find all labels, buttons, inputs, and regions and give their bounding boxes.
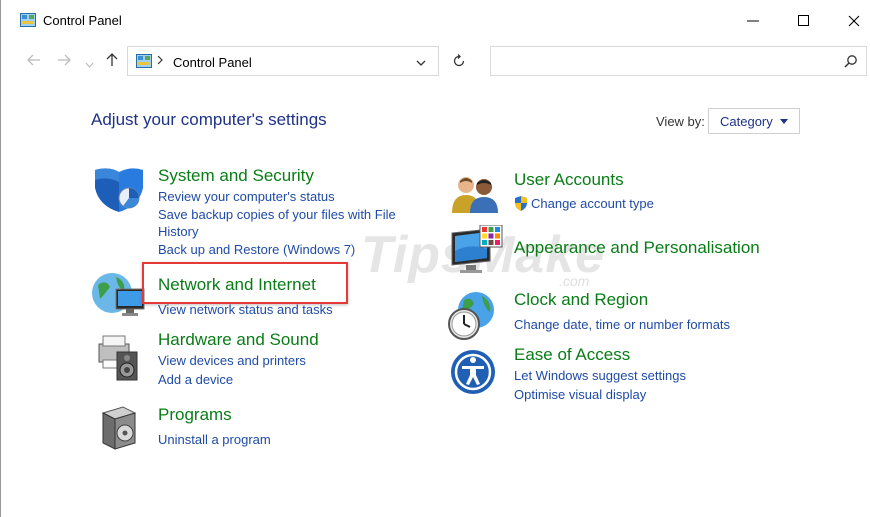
link-view-network-status[interactable]: View network status and tasks xyxy=(158,302,333,317)
up-arrow-icon[interactable] xyxy=(105,53,119,71)
category-hardware-sound[interactable]: Hardware and Sound xyxy=(158,330,319,350)
view-by-label: View by: xyxy=(656,114,705,129)
category-appearance-personalisation[interactable]: Appearance and Personalisation xyxy=(514,238,760,258)
link-review-status[interactable]: Review your computer's status xyxy=(158,189,335,204)
category-ease-of-access[interactable]: Ease of Access xyxy=(514,345,630,365)
control-panel-window: Control Panel Control Panel Adjust your … xyxy=(0,0,870,517)
link-backup-restore[interactable]: Back up and Restore (Windows 7) xyxy=(158,242,355,257)
dropdown-caret-icon xyxy=(780,119,788,124)
back-arrow-icon[interactable] xyxy=(27,53,41,71)
title-bar: Control Panel xyxy=(1,0,870,40)
monitor-palette-icon xyxy=(450,224,506,280)
address-bar[interactable]: Control Panel xyxy=(127,46,439,76)
category-system-security[interactable]: System and Security xyxy=(158,166,314,186)
link-view-devices-printers[interactable]: View devices and printers xyxy=(158,353,306,368)
uac-shield-icon xyxy=(514,196,528,216)
forward-arrow-icon[interactable] xyxy=(57,53,71,71)
window-title: Control Panel xyxy=(43,13,122,28)
breadcrumb-separator-icon xyxy=(156,54,164,69)
control-panel-icon xyxy=(136,54,152,73)
printer-speaker-icon xyxy=(93,330,145,387)
refresh-icon xyxy=(453,54,465,67)
page-title: Adjust your computer's settings xyxy=(91,110,327,129)
view-by-dropdown[interactable]: Category xyxy=(708,108,800,134)
search-icon xyxy=(844,54,858,73)
highlight-box xyxy=(142,262,348,304)
globe-clock-icon xyxy=(446,290,498,347)
link-change-date-time-formats[interactable]: Change date, time or number formats xyxy=(514,317,730,332)
link-optimise-visual-display[interactable]: Optimise visual display xyxy=(514,387,646,402)
close-icon xyxy=(848,15,860,27)
link-change-account-type[interactable]: Change account type xyxy=(531,196,654,211)
ease-of-access-icon xyxy=(449,348,497,401)
control-panel-icon xyxy=(20,13,36,27)
programs-box-icon xyxy=(99,403,139,456)
close-button[interactable] xyxy=(838,7,870,35)
recent-locations-chevron-icon[interactable] xyxy=(85,56,94,73)
category-programs[interactable]: Programs xyxy=(158,405,232,425)
shield-icon xyxy=(91,166,147,223)
maximize-icon xyxy=(798,15,809,26)
maximize-button[interactable] xyxy=(788,7,820,35)
view-by-value: Category xyxy=(720,114,773,129)
category-user-accounts[interactable]: User Accounts xyxy=(514,170,624,190)
watermark-suffix: .com xyxy=(559,273,590,289)
link-save-backup[interactable]: Save backup copies of your files with Fi… xyxy=(158,207,396,222)
minimize-button[interactable] xyxy=(737,7,769,35)
address-dropdown-chevron-icon[interactable] xyxy=(416,55,426,73)
link-windows-suggest-settings[interactable]: Let Windows suggest settings xyxy=(514,368,686,383)
breadcrumb-control-panel[interactable]: Control Panel xyxy=(173,55,252,70)
globe-network-icon xyxy=(90,269,148,326)
refresh-button[interactable] xyxy=(441,46,477,76)
link-add-device[interactable]: Add a device xyxy=(158,372,233,387)
minimize-icon xyxy=(747,20,759,22)
users-icon xyxy=(450,173,502,220)
category-clock-region[interactable]: Clock and Region xyxy=(514,290,648,310)
link-save-backup-history[interactable]: History xyxy=(158,224,198,239)
link-uninstall-program[interactable]: Uninstall a program xyxy=(158,432,271,447)
search-input[interactable] xyxy=(490,46,867,76)
